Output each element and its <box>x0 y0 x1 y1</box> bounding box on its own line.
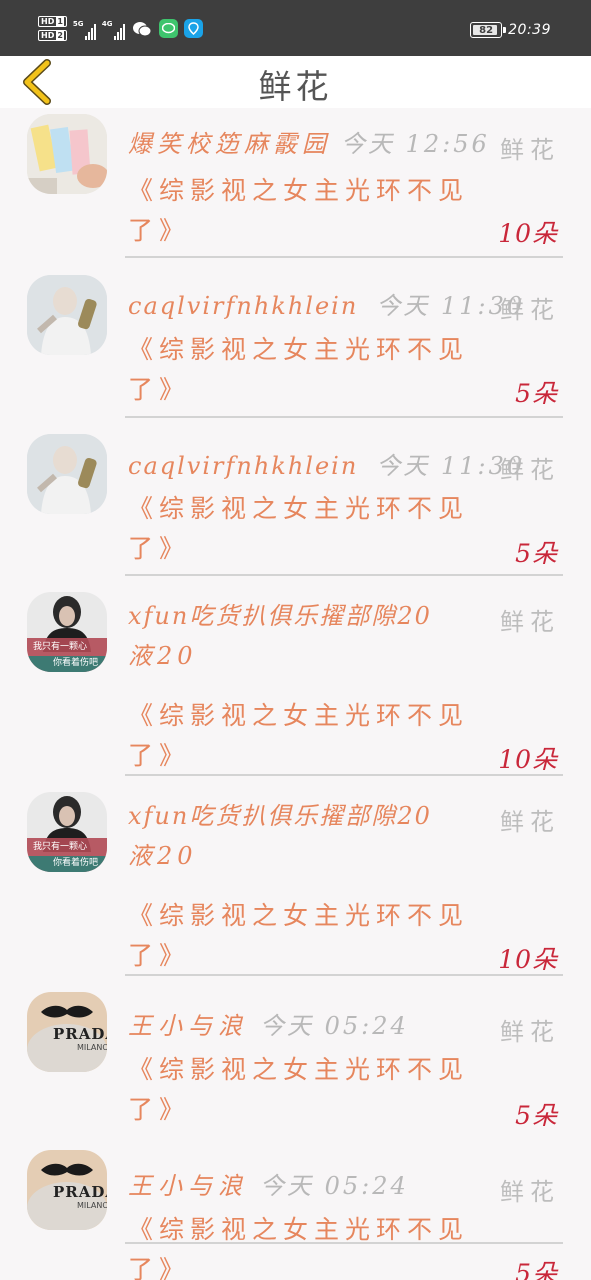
flower-count: 10朵 <box>498 219 558 248</box>
sender-name: 爆笑校笾麻霰园 <box>128 130 331 158</box>
message-text: 《综影视之女主光环不见了》 <box>128 494 470 563</box>
flower-count: 5朵 <box>515 379 558 408</box>
message-text: 《综影视之女主光环不见了》 <box>128 335 470 404</box>
divider <box>125 774 563 776</box>
avatar-caption-1: 我只有一颗心 <box>33 642 88 652</box>
status-bar: HD 1 HD 2 5G 4G 82 20:39 <box>0 0 591 56</box>
avatar-caption-2: 你看着伤吧 <box>53 858 99 868</box>
sender-name: xfun吃货扒俱乐擢部隙20 <box>128 802 432 830</box>
sender-name-cont: 液20 <box>128 842 198 870</box>
flower-label: 鲜花 <box>500 296 560 324</box>
avatar[interactable] <box>27 434 107 514</box>
list-item[interactable]: PRADA MILANO 王小与浪今天 05:24 鲜花 《综影视之女主光环不见… <box>0 986 591 1244</box>
timestamp: 今天 12:56 <box>341 130 490 158</box>
avatar[interactable]: 我只有一颗心 你看着伤吧 <box>27 792 107 872</box>
avatar[interactable] <box>27 114 107 194</box>
clock: 20:39 <box>508 22 551 38</box>
message-text: 《综影视之女主光环不见了》 <box>128 1215 470 1280</box>
sender-name: caqlvirfnhkhlein <box>128 292 359 320</box>
avatar-brand-sub: MILANO <box>77 1201 107 1210</box>
avatar[interactable] <box>27 275 107 355</box>
avatar-brand: PRADA <box>53 1183 107 1201</box>
list-item[interactable]: caqlvirfnhkhlein 今天 11:30 鲜花 《综影视之女主光环不见了… <box>0 268 591 418</box>
avatar-caption-1: 我只有一颗心 <box>33 842 88 852</box>
sender-name-cont: 液20 <box>128 642 198 670</box>
flower-label: 鲜花 <box>500 808 560 836</box>
battery-icon: 82 <box>470 22 507 38</box>
avatar-caption-2: 你看着伤吧 <box>53 658 99 668</box>
list-item[interactable]: 我只有一颗心 你看着伤吧 xfun吃货扒俱乐擢部隙20 鲜花 液20 《综影视之… <box>0 586 591 776</box>
sender-name: caqlvirfnhkhlein <box>128 452 359 480</box>
flower-count: 10朵 <box>498 945 558 974</box>
sender-name: 王小与浪 <box>128 1172 248 1200</box>
list-item[interactable]: 爆笑校笾麻霰园 今天 12:56 鲜花 《综影视之女主光环不见了》 10朵 <box>0 108 591 258</box>
timestamp: 今天 05:24 <box>260 1012 409 1040</box>
wechat-icon <box>131 19 153 38</box>
list-item[interactable]: caqlvirfnhkhlein 今天 11:30 鲜花 《综影视之女主光环不见了… <box>0 428 591 578</box>
message-text: 《综影视之女主光环不见了》 <box>128 701 470 770</box>
divider <box>125 416 563 418</box>
flower-count: 5朵 <box>515 1101 558 1130</box>
flower-count: 5朵 <box>515 539 558 568</box>
location-icon <box>183 19 203 38</box>
timestamp: 今天 05:24 <box>260 1172 409 1200</box>
message-text: 《综影视之女主光环不见了》 <box>128 901 470 970</box>
avatar-brand: PRADA <box>53 1025 107 1043</box>
list-item[interactable]: PRADA MILANO 王小与浪今天 05:24 鲜花 《综影视之女主光环不见… <box>0 1144 591 1280</box>
nav-bar: 鲜花 <box>0 56 591 108</box>
flower-count: 10朵 <box>498 745 558 774</box>
flower-label: 鲜花 <box>500 136 560 164</box>
list-item[interactable]: 我只有一颗心 你看着伤吧 xfun吃货扒俱乐擢部隙20 鲜花 液20 《综影视之… <box>0 786 591 976</box>
divider <box>125 256 563 258</box>
flower-label: 鲜花 <box>500 1018 560 1046</box>
sender-name: 王小与浪 <box>128 1012 248 1040</box>
avatar[interactable]: PRADA MILANO <box>27 992 107 1072</box>
flower-label: 鲜花 <box>500 1178 560 1206</box>
flower-label: 鲜花 <box>500 608 560 636</box>
hd2-indicator: HD 2 <box>38 30 67 41</box>
flower-label: 鲜花 <box>500 456 560 484</box>
hd1-indicator: HD 1 <box>38 16 67 27</box>
avatar-brand-sub: MILANO <box>77 1043 107 1052</box>
avatar[interactable]: 我只有一颗心 你看着伤吧 <box>27 592 107 672</box>
signal-2-icon: 4G <box>102 18 125 40</box>
sender-name: xfun吃货扒俱乐擢部隙20 <box>128 602 432 630</box>
divider <box>125 574 563 576</box>
avatar[interactable]: PRADA MILANO <box>27 1150 107 1230</box>
message-icon <box>158 19 178 38</box>
divider <box>125 974 563 976</box>
message-text: 《综影视之女主光环不见了》 <box>128 176 470 245</box>
flower-count: 5朵 <box>515 1259 558 1280</box>
signal-1-icon: 5G <box>73 18 96 40</box>
message-text: 《综影视之女主光环不见了》 <box>128 1055 470 1124</box>
page-title: 鲜花 <box>258 67 333 106</box>
